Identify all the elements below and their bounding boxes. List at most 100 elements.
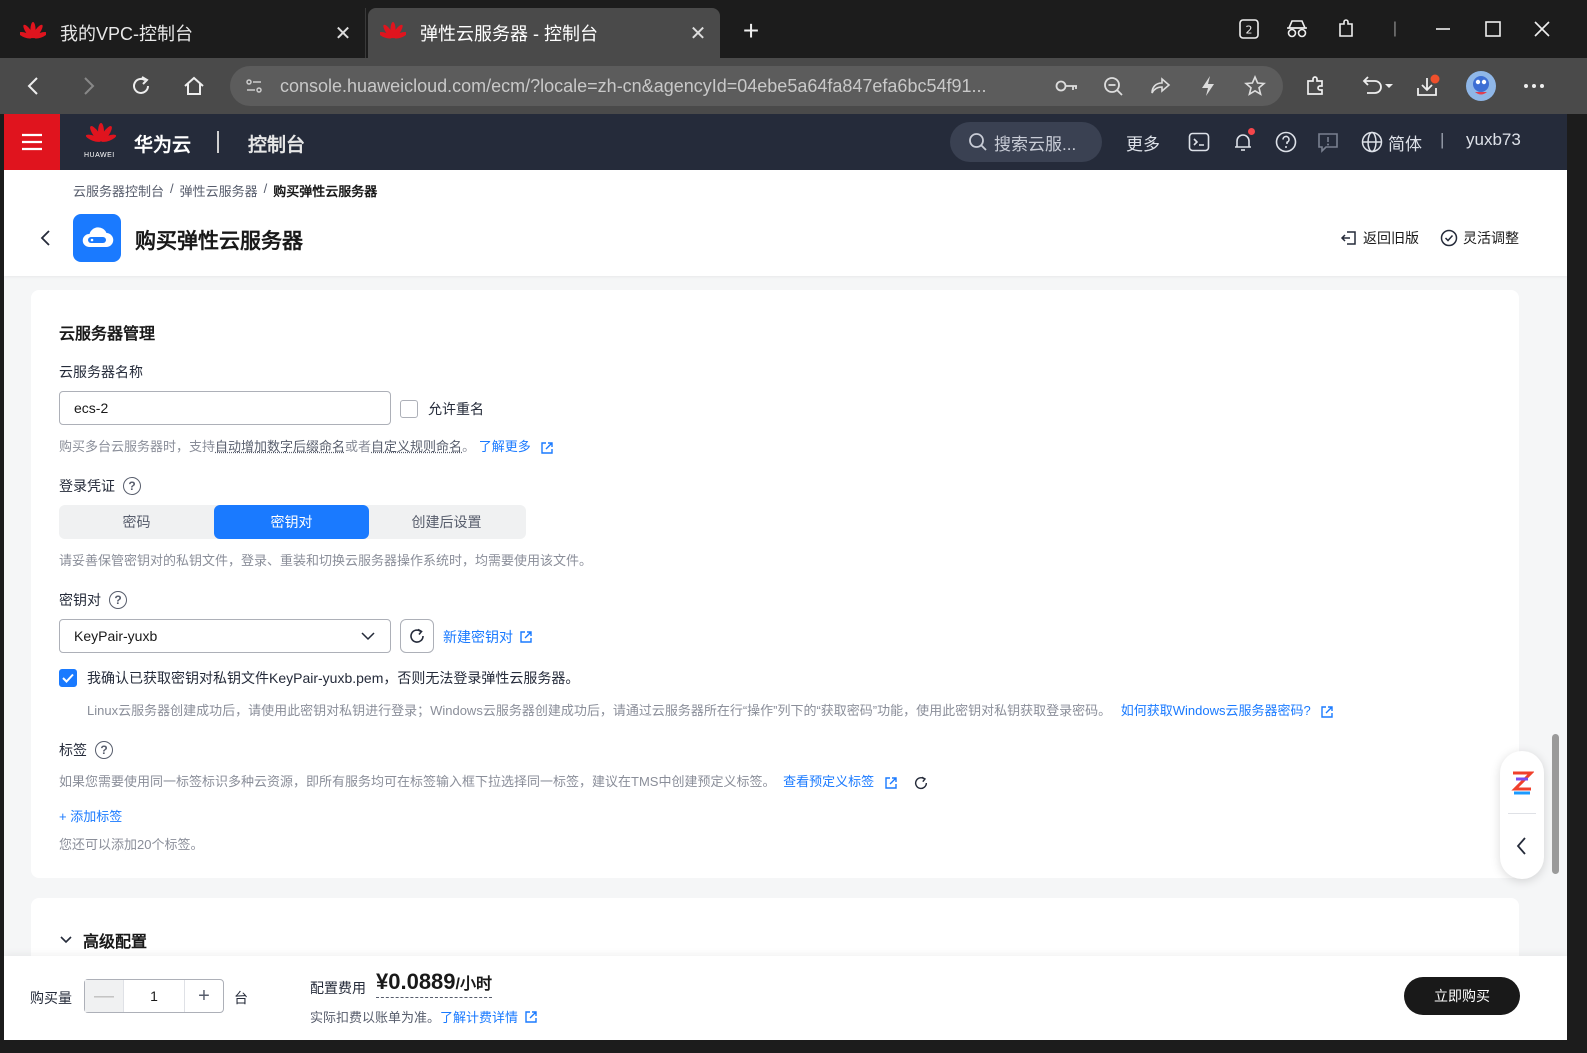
view-predefined-tags-link[interactable]: 查看预定义标签	[783, 774, 874, 789]
notification-bell-icon[interactable]	[1229, 128, 1257, 156]
return-old-version-button[interactable]: 返回旧版	[1340, 228, 1419, 248]
history-back-icon[interactable]	[1356, 70, 1398, 102]
floating-assistant	[1500, 751, 1544, 879]
close-window-icon[interactable]	[1527, 14, 1557, 44]
brand-name[interactable]: 华为云	[134, 130, 191, 157]
home-icon[interactable]	[178, 70, 210, 102]
svg-text:2: 2	[1246, 24, 1253, 37]
quantity-input[interactable]: 1	[123, 980, 185, 1012]
server-name-input[interactable]: ecs-2	[59, 391, 391, 425]
chevron-down-icon	[60, 936, 72, 944]
browser-tab-vpc[interactable]: 我的VPC-控制台 ✕	[8, 8, 366, 58]
incognito-icon[interactable]	[1282, 14, 1312, 44]
huawei-logo-icon[interactable]: HUAWEI	[84, 122, 118, 162]
refresh-icon[interactable]	[913, 775, 929, 791]
browser-tab-ecs[interactable]: 弹性云服务器 - 控制台 ✕	[368, 8, 720, 58]
option-set-later[interactable]: 创建后设置	[369, 505, 524, 539]
url-text: console.huaweicloud.com/ecm/?locale=zh-c…	[280, 75, 987, 96]
option-keypair[interactable]: 密钥对	[214, 505, 369, 539]
keypair-select[interactable]: KeyPair-yuxb	[59, 619, 391, 653]
assistant-logo-icon[interactable]	[1510, 769, 1534, 797]
login-credential-label: 登录凭证 ?	[59, 476, 141, 496]
breadcrumb-item[interactable]: 弹性云服务器	[180, 181, 258, 200]
windows-password-link[interactable]: 如何获取Windows云服务器密码?	[1121, 703, 1311, 718]
header-divider	[217, 131, 219, 153]
back-arrow-icon[interactable]	[36, 226, 56, 250]
scrollbar-thumb[interactable]	[1552, 734, 1559, 874]
fee-label: 配置费用	[310, 980, 366, 996]
increment-button[interactable]: +	[185, 980, 223, 1012]
new-tab-icon[interactable]: +	[736, 15, 766, 46]
breadcrumb-item[interactable]: 云服务器控制台	[73, 181, 164, 200]
quantity-stepper: — 1 +	[84, 979, 224, 1013]
add-tag-button[interactable]: + 添加标签	[59, 806, 122, 825]
cloud-shell-icon[interactable]	[1185, 128, 1213, 156]
tab-count-icon[interactable]: 2	[1234, 14, 1264, 44]
advanced-config-card: 高级配置	[31, 898, 1519, 956]
notification-dot	[1248, 128, 1255, 135]
close-icon[interactable]: ✕	[333, 23, 353, 45]
custom-rule-tooltip[interactable]: 自定义规则命名	[371, 439, 462, 454]
lightning-icon[interactable]	[1195, 73, 1221, 99]
buy-now-button[interactable]: 立即购买	[1404, 977, 1520, 1015]
user-account[interactable]: yuxb73	[1466, 130, 1521, 150]
learn-more-link[interactable]: 了解更多	[479, 439, 531, 454]
billing-details-link[interactable]: 了解计费详情	[440, 1007, 518, 1026]
key-icon[interactable]	[1054, 73, 1080, 99]
reload-icon[interactable]	[125, 70, 157, 102]
check-icon	[62, 673, 74, 683]
price-display[interactable]: ¥0.0889/小时	[376, 969, 492, 998]
console-link[interactable]: 控制台	[248, 130, 305, 157]
new-keypair-link[interactable]: 新建密钥对	[443, 627, 533, 647]
login-credential-segmented: 密码 密钥对 创建后设置	[59, 505, 526, 539]
chevron-down-icon	[361, 632, 375, 641]
collapse-left-icon[interactable]	[1512, 835, 1532, 857]
auto-suffix-tooltip[interactable]: 自动增加数字后缀命名	[215, 439, 345, 454]
checkbox-checked[interactable]	[59, 669, 77, 687]
question-icon[interactable]: ?	[95, 741, 113, 759]
header-search[interactable]: 搜索云服...	[950, 122, 1102, 162]
external-link-icon	[520, 631, 532, 643]
hamburger-menu-icon[interactable]	[4, 114, 60, 170]
huawei-favicon-icon	[20, 22, 46, 39]
address-bar[interactable]: console.huaweicloud.com/ecm/?locale=zh-c…	[230, 66, 1283, 106]
close-icon[interactable]: ✕	[688, 23, 708, 45]
maximize-icon[interactable]	[1478, 14, 1508, 44]
checkbox[interactable]	[400, 400, 418, 418]
question-icon[interactable]: ?	[109, 591, 127, 609]
avatar[interactable]	[1465, 70, 1497, 102]
more-menu-icon[interactable]	[1518, 70, 1550, 102]
confirm-keypair-checkbox[interactable]: 我确认已获取密钥对私钥文件KeyPair-yuxb.pem，否则无法登录弹性云服…	[59, 668, 579, 688]
browser-toolbar: console.huaweicloud.com/ecm/?locale=zh-c…	[0, 58, 1587, 114]
more-menu[interactable]: 更多	[1126, 130, 1160, 155]
option-password[interactable]: 密码	[59, 505, 214, 539]
breadcrumb: 云服务器控制台 / 弹性云服务器 / 购买弹性云服务器	[73, 181, 378, 200]
question-icon[interactable]: ?	[123, 477, 141, 495]
tag-remaining-hint: 您还可以添加20个标签。	[59, 837, 204, 852]
site-settings-icon[interactable]	[244, 76, 264, 96]
help-icon[interactable]	[1272, 128, 1300, 156]
allow-duplicate-checkbox[interactable]: 允许重名	[400, 399, 484, 419]
refresh-keypair-button[interactable]	[400, 619, 434, 653]
zoom-out-icon[interactable]	[1100, 73, 1126, 99]
feedback-icon[interactable]	[1314, 128, 1342, 156]
flexible-adjust-button[interactable]: 灵活调整	[1440, 228, 1519, 248]
decrement-button[interactable]: —	[85, 980, 123, 1012]
external-link-icon	[1321, 705, 1334, 718]
external-link-icon	[885, 776, 897, 789]
check-circle-icon	[1440, 229, 1458, 247]
advanced-config-toggle[interactable]: 高级配置	[59, 928, 147, 952]
back-icon[interactable]	[18, 70, 50, 102]
globe-icon[interactable]	[1358, 128, 1386, 156]
star-icon[interactable]	[1242, 73, 1268, 99]
quantity-label: 购买量	[30, 990, 72, 1006]
language-selector[interactable]: 简体	[1388, 130, 1422, 155]
forward-icon[interactable]	[72, 70, 104, 102]
extensions-icon[interactable]	[1331, 14, 1361, 44]
minimize-icon[interactable]	[1428, 14, 1458, 44]
name-hint: 购买多台云服务器时，支持自动增加数字后缀命名或者自定义规则命名。 了解更多	[59, 436, 554, 455]
browser-tab-bar: 我的VPC-控制台 ✕ 弹性云服务器 - 控制台 ✕ + 2 |	[0, 0, 1587, 58]
downloads-icon[interactable]	[1412, 70, 1444, 102]
share-icon[interactable]	[1147, 73, 1173, 99]
extension-puzzle-icon[interactable]	[1299, 70, 1331, 102]
